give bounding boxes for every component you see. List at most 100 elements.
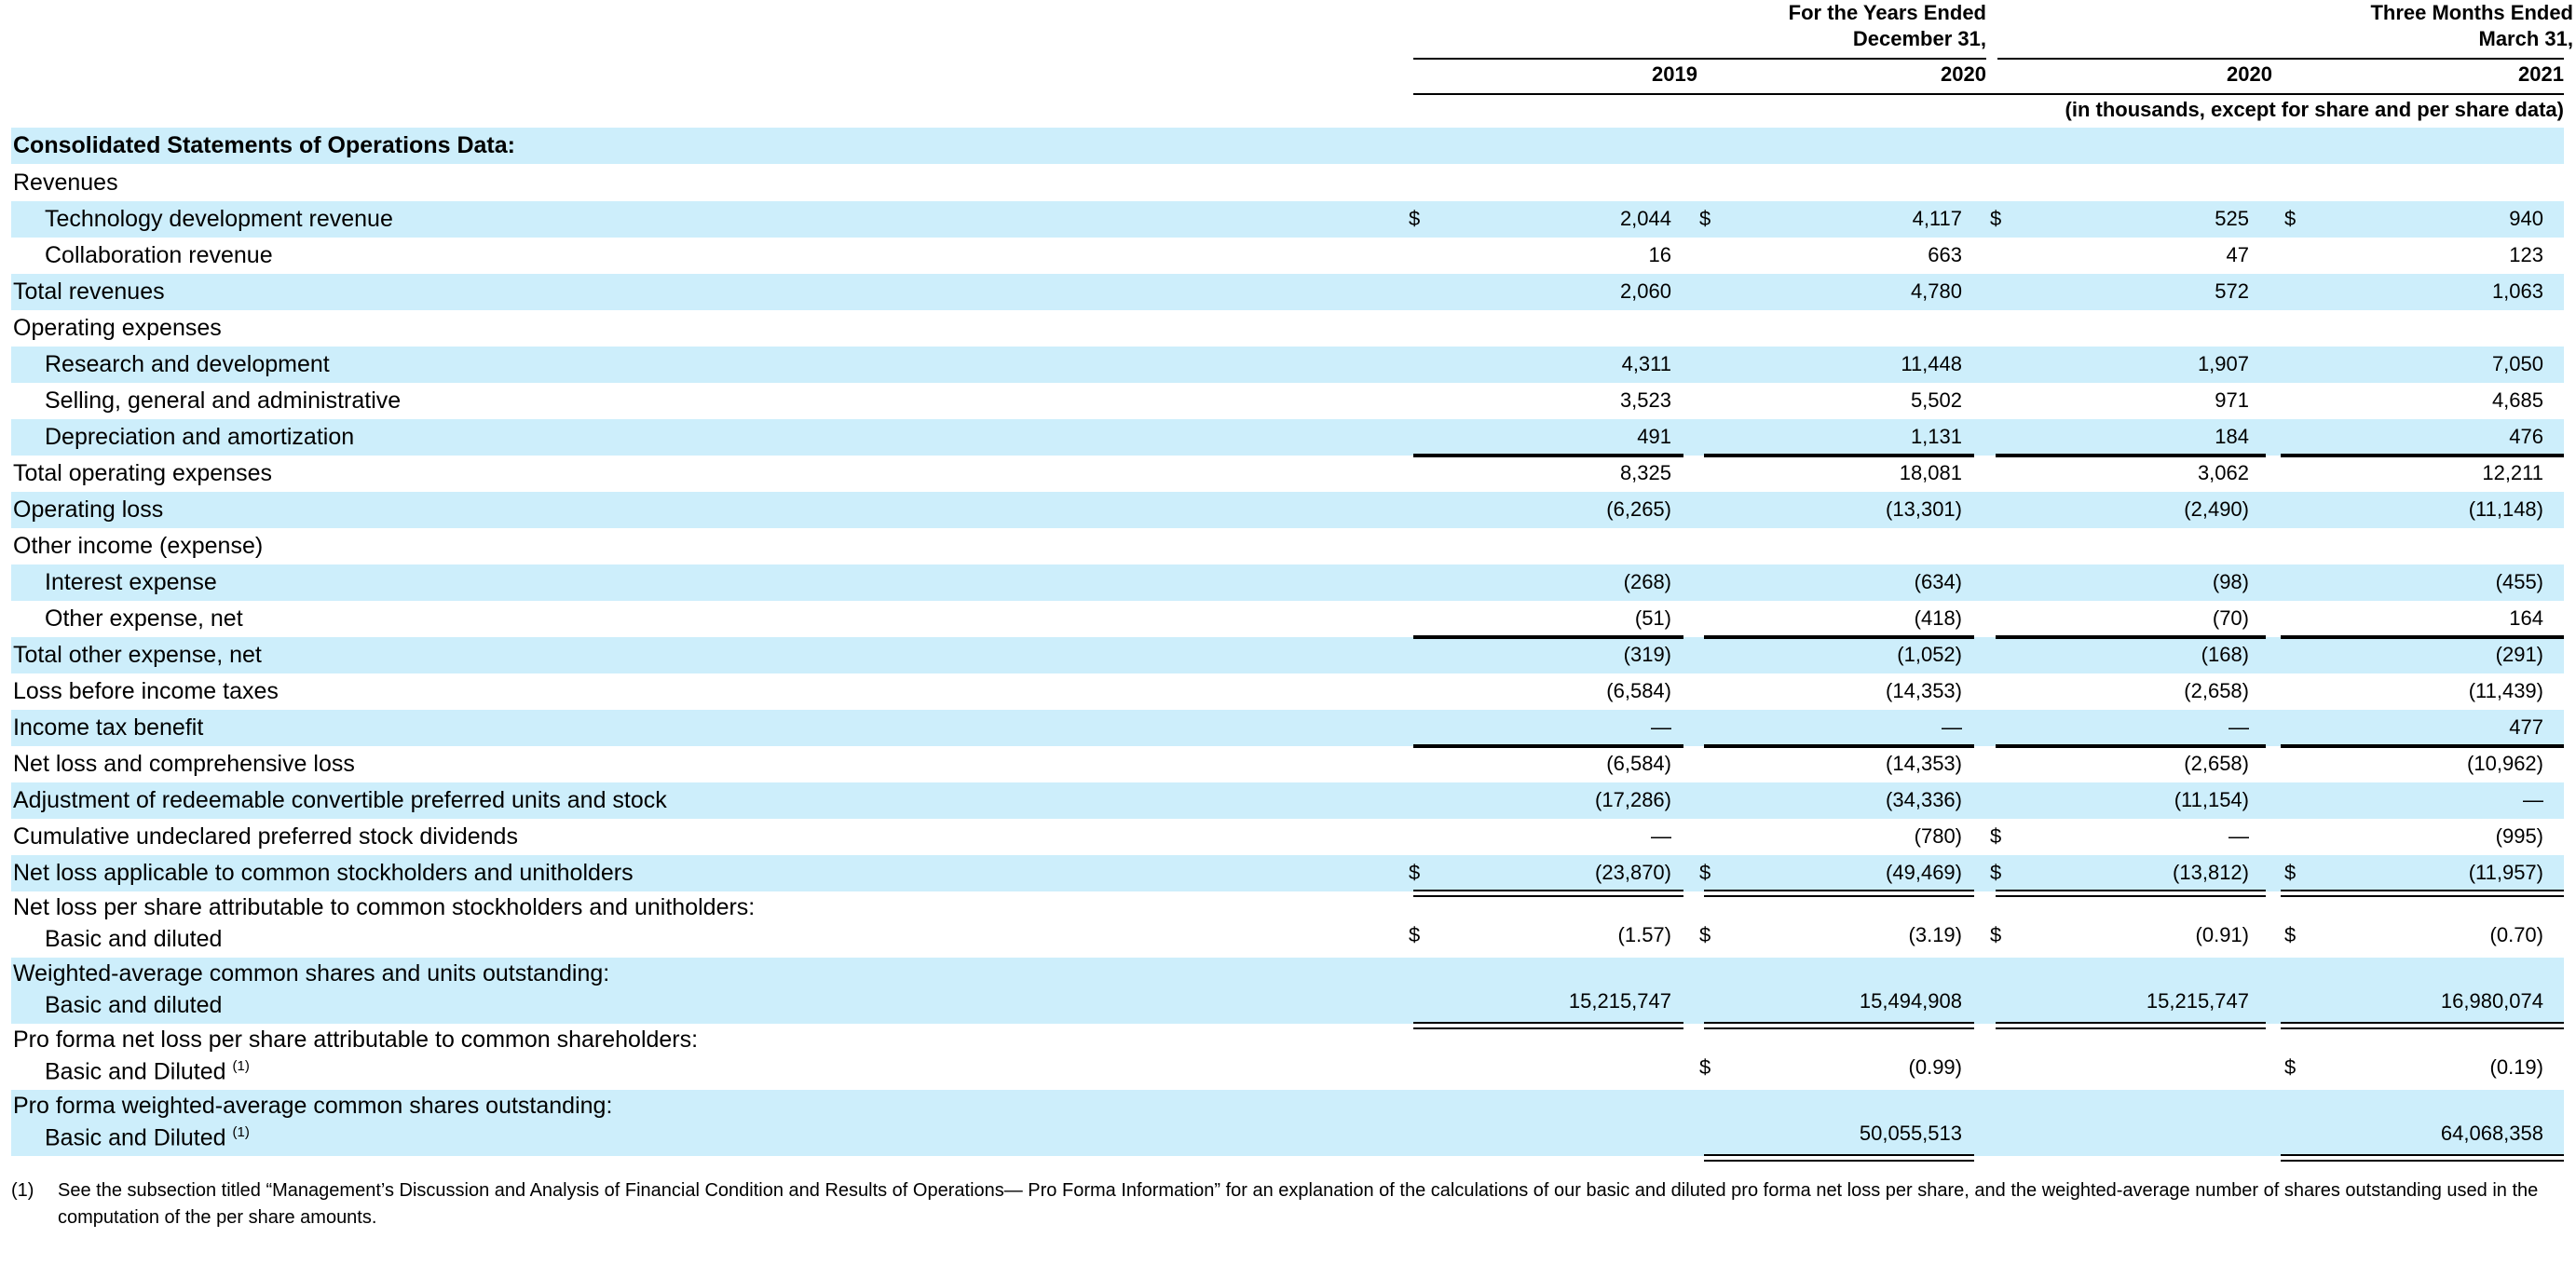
row-sublabel: Basic and Diluted (1) [45, 1124, 250, 1151]
cell-value: (291) [2495, 643, 2543, 666]
row-label: Net loss and comprehensive loss [13, 751, 355, 777]
cell-value: 123 [2509, 243, 2543, 266]
table-row: Weighted-average common shares and units… [11, 958, 2564, 1029]
subtotal-rule [2281, 746, 2564, 748]
double-underline [1704, 1154, 1974, 1162]
cell-value: 3,523 [1619, 388, 1671, 412]
table-row: Selling, general and administrative 3,523… [11, 383, 2564, 419]
cell-value: 4,685 [2491, 388, 2543, 412]
footnote-text: See the subsection titled “Management’s … [58, 1180, 2539, 1228]
row-label: Depreciation and amortization [45, 424, 355, 450]
subtotal-rule [1413, 637, 1683, 639]
cell-value: (780) [1914, 824, 1962, 848]
cell-value: 2,060 [1619, 279, 1671, 303]
cell-value: (14,353) [1886, 679, 1962, 702]
row-label: Other income (expense) [13, 533, 264, 559]
cell-value: (70) [2212, 606, 2249, 630]
subtotal-rule [1704, 456, 1974, 457]
row-sublabel: Basic and diluted [45, 926, 222, 953]
cell-value: (268) [1623, 570, 1671, 593]
subtotal-rule [1704, 637, 1974, 639]
cell-value: (34,336) [1886, 788, 1962, 811]
row-label: Technology development revenue [45, 206, 393, 232]
cell-value: 11,448 [1901, 352, 1962, 375]
cell-value: 50,055,513 [1859, 1122, 1962, 1145]
row-label: Operating loss [13, 496, 164, 523]
section-title-row: Consolidated Statements of Operations Da… [11, 128, 2564, 164]
cell-value: (319) [1623, 643, 1671, 666]
table-row: Income tax benefit — — — 477 [11, 710, 2564, 746]
cell-value: (995) [2495, 824, 2543, 848]
cell-value: (0.91) [2195, 923, 2249, 946]
cell-value: (11,154) [2174, 788, 2249, 811]
table-row: Revenues [11, 165, 2564, 201]
cell-value: (168) [2201, 643, 2249, 666]
subtotal-rule [2281, 637, 2564, 639]
cell-value: 3,062 [2197, 461, 2249, 484]
cell-value: (2,658) [2184, 752, 2249, 775]
row-label: Loss before income taxes [13, 678, 279, 704]
footnote-marker: (1) [11, 1180, 34, 1201]
cell-value: (0.99) [1908, 1055, 1962, 1079]
cell-value: (3.19) [1908, 923, 1962, 946]
cell-value: 15,494,908 [1859, 989, 1962, 1013]
row-label: Total revenues [13, 279, 165, 305]
table-row: Cumulative undeclared preferred stock di… [11, 819, 2564, 855]
row-label: Income tax benefit [13, 714, 204, 741]
cell-value: 4,117 [1912, 207, 1962, 230]
double-underline [2281, 1154, 2564, 1162]
cell-value: (13,301) [1886, 497, 1962, 521]
cell-value: 5,502 [1910, 388, 1962, 412]
cell-value: 476 [2509, 425, 2543, 448]
cell-value: (6,584) [1606, 752, 1671, 775]
cell-value: (98) [2212, 570, 2249, 593]
cell-value: 1,131 [1910, 425, 1962, 448]
row-label: Total other expense, net [13, 642, 262, 668]
header-bottom-rule [1413, 93, 2564, 95]
cell-value: (23,870) [1595, 861, 1671, 884]
cell-value: 971 [2215, 388, 2249, 412]
row-sublabel: Basic and Diluted (1) [45, 1058, 250, 1085]
cell-value: (634) [1914, 570, 1962, 593]
table-row: Other expense, net (51) (418) (70) 164 [11, 601, 2564, 637]
cell-value: 525 [2215, 207, 2249, 230]
table-row: Loss before income taxes (6,584) (14,353) (… [11, 673, 2564, 710]
table-row: Net loss and comprehensive loss (6,584) (1… [11, 746, 2564, 782]
cell-value: 184 [2215, 425, 2249, 448]
table-row: Collaboration revenue 16 663 47 123 [11, 238, 2564, 274]
row-sublabel-text: Basic and diluted [45, 992, 223, 1018]
table-row: Total operating expenses 8,325 18,081 3,062… [11, 456, 2564, 492]
footnote-ref: (1) [232, 1058, 250, 1074]
cell-value: (13,812) [2173, 861, 2249, 884]
cell-value: 940 [2509, 207, 2543, 230]
cell-value: 2,044 [1619, 207, 1671, 230]
cell-value: (1,052) [1897, 643, 1962, 666]
cell-value: (11,957) [2468, 861, 2543, 884]
cell-value: (11,439) [2468, 679, 2543, 702]
table-row: Operating loss (6,265) (13,301) (2,490) (11,… [11, 492, 2564, 528]
cell-value: 4,780 [1910, 279, 1962, 303]
col-header-2020-year: 2020 [1941, 62, 1986, 86]
subtotal-rule [1704, 746, 1974, 748]
table-row: Interest expense (268) (634) (98) (455) [11, 564, 2564, 601]
table-row: Technology development revenue $2,044 $4,1… [11, 201, 2564, 238]
row-label: Operating expenses [13, 315, 222, 341]
cell-value: 12,211 [2482, 461, 2543, 484]
table-row: Other income (expense) [11, 528, 2564, 564]
months-group-rule [1997, 58, 2564, 60]
subtotal-rule [1413, 456, 1683, 457]
table-row: Net loss applicable to common stockholde… [11, 855, 2564, 897]
row-label: Research and development [45, 351, 330, 377]
cell-value: (2,490) [2184, 497, 2249, 521]
table-row: Research and development 4,311 11,448 1,907… [11, 347, 2564, 383]
cell-value: 64,068,358 [2440, 1122, 2543, 1145]
table-row: Depreciation and amortization 491 1,131 184… [11, 419, 2564, 456]
cell-value: (1.57) [1617, 923, 1671, 946]
cell-value: (51) [1634, 606, 1671, 630]
cell-value: — [2523, 788, 2543, 811]
section-title: Consolidated Statements of Operations Da… [13, 132, 515, 158]
cell-value: (0.19) [2489, 1055, 2543, 1079]
row-label: Cumulative undeclared preferred stock di… [13, 823, 518, 850]
cell-value: 4,311 [1621, 352, 1671, 375]
table-row: Pro forma weighted-average common shares… [11, 1090, 2564, 1162]
